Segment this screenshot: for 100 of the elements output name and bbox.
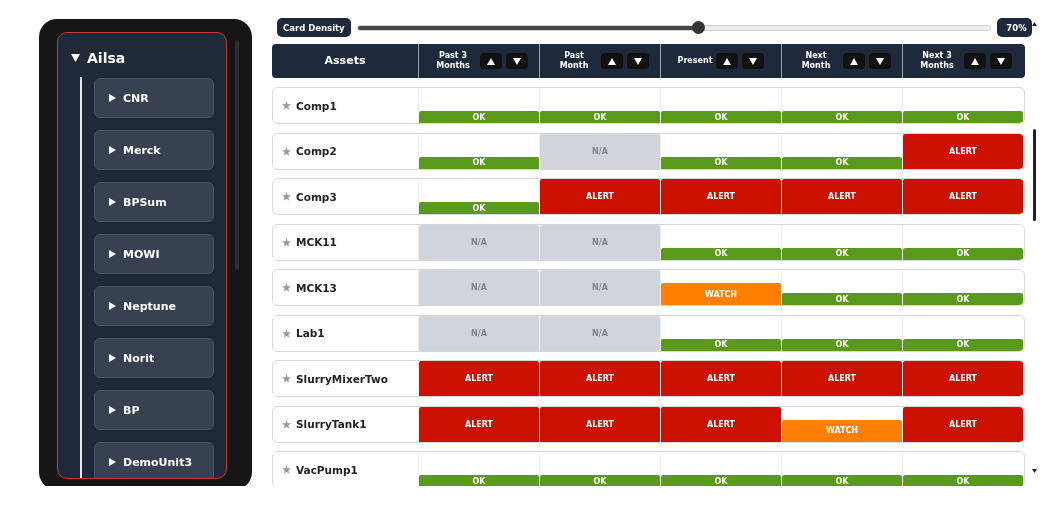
- asset-name: SlurryMixerTwo: [296, 372, 388, 385]
- star-icon[interactable]: [282, 101, 291, 110]
- tree-item[interactable]: BP: [94, 390, 214, 430]
- alert-status-bar: ALERT: [419, 406, 539, 442]
- na-status-block: N/A: [419, 270, 539, 305]
- ok-status-bar: OK: [903, 293, 1023, 305]
- na-status-block: N/A: [419, 315, 539, 351]
- alert-status-bar: ALERT: [903, 361, 1023, 396]
- ok-status-bar: OK: [661, 338, 781, 351]
- asset-name: MCK11: [296, 236, 337, 248]
- ok-status-bar: OK: [419, 202, 539, 214]
- alert-status-bar: ALERT: [540, 361, 660, 396]
- alert-status-bar: ALERT: [903, 406, 1023, 442]
- star-icon[interactable]: [282, 283, 291, 292]
- sort-up-button[interactable]: [601, 53, 623, 69]
- column-header: Present: [677, 56, 713, 66]
- scrollbar-thumb[interactable]: [1032, 129, 1036, 221]
- na-status-block: N/A: [540, 270, 660, 305]
- density-reading: 70%: [996, 18, 1032, 37]
- asset-name: Lab1: [296, 327, 325, 339]
- star-icon[interactable]: [282, 237, 291, 247]
- asset-name: VacPump1: [296, 463, 358, 476]
- tree-root[interactable]: Ailsa: [58, 33, 226, 67]
- caret-up-icon: [723, 57, 732, 65]
- sort-down-button[interactable]: [506, 53, 528, 69]
- ok-status-bar: OK: [903, 475, 1023, 486]
- ok-status-bar: OK: [782, 247, 902, 260]
- sort-up-button[interactable]: [480, 53, 502, 69]
- column-header: Assets: [324, 56, 366, 66]
- star-icon[interactable]: [282, 419, 291, 429]
- ok-status-bar: OK: [540, 475, 660, 486]
- ok-status-bar: OK: [903, 338, 1023, 351]
- ok-status-bar: OK: [782, 293, 902, 305]
- alert-status-bar: ALERT: [661, 361, 781, 396]
- na-status-block: N/A: [540, 315, 660, 351]
- caret-down-icon: [513, 57, 521, 65]
- ok-status-bar: OK: [782, 111, 902, 123]
- column-header: Next Month: [800, 51, 832, 71]
- ok-status-bar: OK: [540, 111, 660, 123]
- caret-up-icon: [850, 57, 858, 65]
- slider-thumb[interactable]: [691, 20, 705, 34]
- ok-status-bar: OK: [419, 111, 539, 123]
- sort-down-button[interactable]: [869, 53, 891, 69]
- tree-item[interactable]: BPSum: [94, 182, 214, 222]
- tree-item[interactable]: DemoUnit3: [94, 442, 214, 478]
- caret-down-icon: [997, 57, 1005, 65]
- ok-status-bar: OK: [661, 156, 781, 169]
- alert-status-bar: ALERT: [903, 133, 1023, 169]
- tree-item[interactable]: Norit: [94, 338, 214, 378]
- caret-up-icon: [608, 57, 616, 65]
- card-density-button[interactable]: Card Density: [277, 18, 351, 37]
- alert-status-bar: ALERT: [782, 179, 902, 214]
- ok-status-bar: OK: [661, 111, 781, 123]
- sort-up-button[interactable]: [716, 53, 739, 69]
- star-icon[interactable]: [282, 192, 291, 201]
- column-header: Past 3 Months: [435, 51, 471, 71]
- sort-down-button[interactable]: [742, 53, 765, 69]
- ok-status-bar: OK: [419, 156, 539, 169]
- sort-down-button[interactable]: [627, 53, 649, 69]
- caret-down-icon: [634, 57, 642, 65]
- ok-status-bar: OK: [903, 111, 1023, 123]
- star-icon[interactable]: [282, 465, 291, 474]
- tree-item[interactable]: Merck: [94, 130, 214, 170]
- alert-status-bar: ALERT: [419, 361, 539, 396]
- star-icon[interactable]: [282, 374, 291, 383]
- tree-item[interactable]: MOWI: [94, 234, 214, 274]
- slider-track[interactable]: [356, 24, 991, 31]
- alert-status-bar: ALERT: [782, 361, 902, 396]
- tree-item[interactable]: CNR: [94, 78, 214, 118]
- asset-name: Comp2: [296, 145, 337, 157]
- sort-up-button[interactable]: [843, 53, 865, 69]
- ok-status-bar: OK: [782, 338, 902, 351]
- column-header: Next 3 Months: [919, 51, 955, 71]
- tree-item[interactable]: Neptune: [94, 286, 214, 326]
- sort-down-button[interactable]: [990, 53, 1012, 69]
- watch-status-bar: WATCH: [661, 283, 781, 305]
- caret-down-icon: [876, 57, 884, 65]
- scroll-up-icon[interactable]: [1031, 22, 1037, 26]
- ok-status-bar: OK: [903, 247, 1023, 260]
- na-status-block: N/A: [540, 224, 660, 260]
- na-status-block: N/A: [419, 224, 539, 260]
- caret-up-icon: [487, 57, 495, 65]
- ok-status-bar: OK: [782, 156, 902, 169]
- asset-name: Comp1: [296, 99, 337, 112]
- asset-name: SlurryTank1: [296, 418, 367, 430]
- asset-name: MCK13: [296, 281, 337, 294]
- alert-status-bar: ALERT: [903, 179, 1023, 214]
- alert-status-bar: ALERT: [540, 406, 660, 442]
- scroll-down-icon[interactable]: [1031, 469, 1037, 473]
- star-icon[interactable]: [282, 146, 291, 156]
- caret-up-icon: [971, 57, 979, 65]
- caret-down-icon: [749, 57, 758, 65]
- ok-status-bar: OK: [661, 247, 781, 260]
- ok-status-bar: OK: [782, 475, 902, 486]
- alert-status-bar: ALERT: [661, 406, 781, 442]
- na-status-block: N/A: [540, 133, 660, 169]
- column-header: Past Month: [558, 51, 590, 71]
- star-icon[interactable]: [282, 328, 291, 338]
- sort-up-button[interactable]: [964, 53, 986, 69]
- asset-name: Comp3: [296, 190, 337, 203]
